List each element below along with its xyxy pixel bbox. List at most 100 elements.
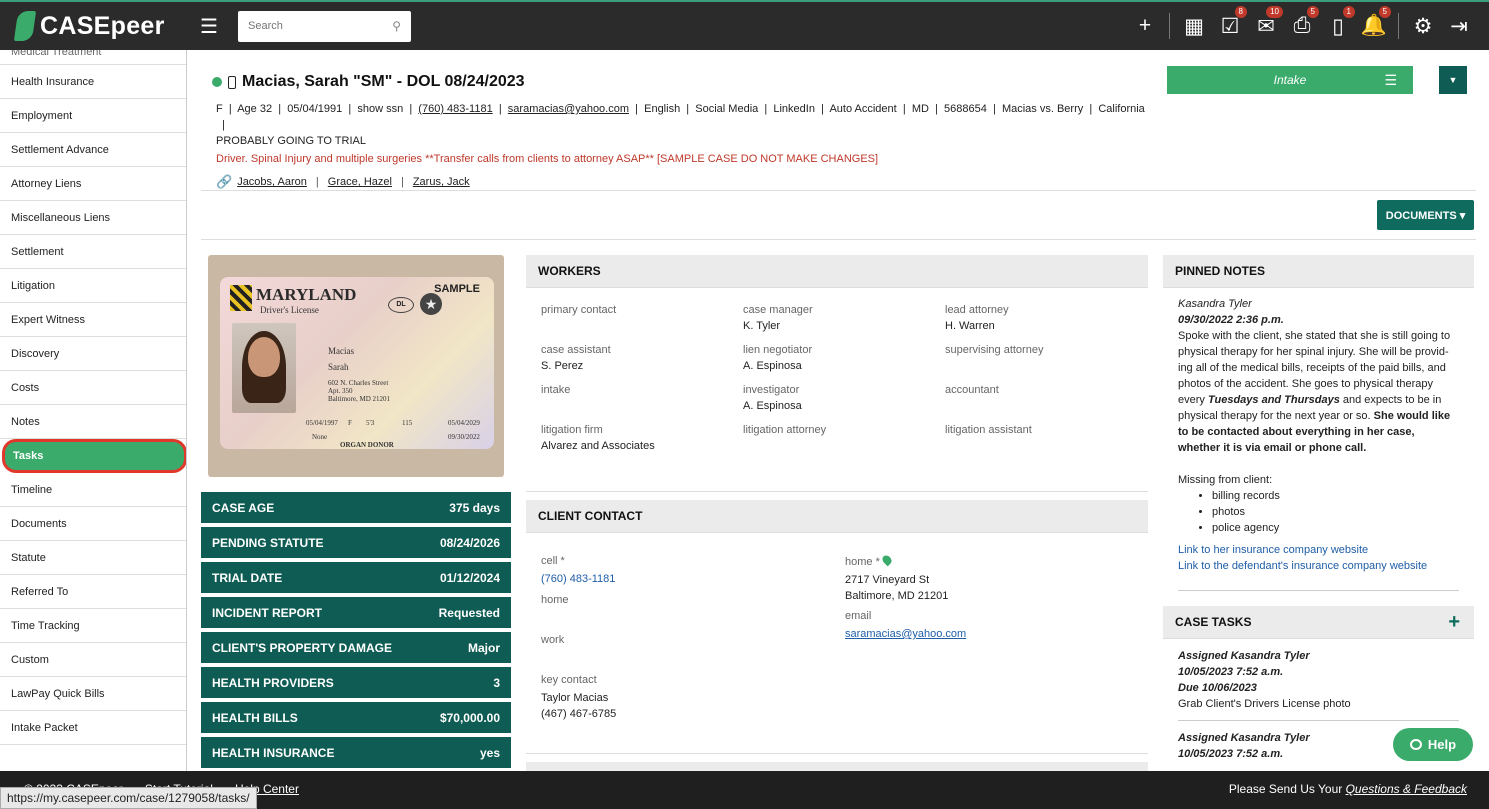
logout-icon[interactable]: ⇥ [1441, 14, 1477, 39]
logout-icon-glyph: ⇥ [1450, 14, 1468, 38]
drivers-license-image[interactable]: MARYLAND Driver's License SAMPLE DL ★ Ma… [208, 255, 504, 477]
stat-label: HEALTH PROVIDERS [212, 675, 334, 690]
sidebar-item-intake-packet[interactable]: Intake Packet [0, 711, 186, 745]
meta-item[interactable]: (760) 483-1181 [418, 103, 492, 115]
sidebar-item-settlement[interactable]: Settlement [0, 235, 186, 269]
menu-icon[interactable]: ☰ [200, 14, 228, 39]
sidebar-item-timeline[interactable]: Timeline [0, 473, 186, 507]
case-status-button[interactable]: Intake ☰ [1167, 66, 1413, 94]
add-task-icon[interactable]: + [1448, 606, 1460, 638]
map-pin-icon[interactable] [880, 553, 894, 567]
home-address-label: home * [845, 556, 880, 568]
gear-icon[interactable]: ⚙ [1405, 14, 1441, 39]
count-badge: 1 [1342, 5, 1355, 18]
meta-separator: | [492, 103, 508, 115]
license-restrictions: None [312, 433, 328, 441]
case-meta: F | Age 32 | 05/04/1991 | show ssn | (76… [212, 101, 1152, 149]
stat-row[interactable]: CLIENT'S PROPERTY DAMAGE Major [201, 632, 511, 663]
link-chain-icon: 🔗 [216, 174, 233, 189]
sidebar-item-health-insurance[interactable]: Health Insurance [0, 65, 186, 99]
chat-bubble-icon [1409, 739, 1422, 750]
phone-icon[interactable]: ▯ 1 [1320, 5, 1356, 39]
sidebar-item-miscellaneous-liens[interactable]: Miscellaneous Liens [0, 201, 186, 235]
stat-row[interactable]: PENDING STATUTE 08/24/2026 [201, 527, 511, 558]
stat-row[interactable]: HEALTH BILLS $70,000.00 [201, 702, 511, 733]
meta-separator: | [216, 119, 232, 131]
sidebar-item-time-tracking[interactable]: Time Tracking [0, 609, 186, 643]
stat-row[interactable]: HEALTH INSURANCE yes [201, 737, 511, 768]
sidebar-item-medical-treatment[interactable]: Medical Treatment [0, 50, 186, 65]
status-dropdown-button[interactable]: ▼ [1439, 66, 1467, 94]
license-family-name: Macias [328, 346, 354, 356]
leaf-logo-icon [14, 11, 36, 41]
search-input[interactable] [248, 20, 393, 32]
meta-item: English [644, 103, 681, 115]
search-icon[interactable]: ⚲ [392, 19, 401, 33]
sidebar-item-costs[interactable]: Costs [0, 371, 186, 405]
sidebar-item-referred-to[interactable]: Referred To [0, 575, 186, 609]
sidebar-item-settlement-advance[interactable]: Settlement Advance [0, 133, 186, 167]
documents-button[interactable]: DOCUMENTS ▾ [1377, 200, 1474, 230]
worker-cell: case manager K. Tyler [743, 304, 945, 336]
inbox-icon[interactable]: ⎙ 5 [1284, 6, 1320, 38]
feedback-link[interactable]: Questions & Feedback [1346, 782, 1467, 796]
sidebar-item-custom[interactable]: Custom [0, 643, 186, 677]
help-button[interactable]: Help [1393, 728, 1473, 761]
worker-label: intake [541, 384, 571, 396]
meta-separator: | [342, 103, 358, 115]
tasks-check-icon[interactable]: ☑ 8 [1212, 5, 1248, 39]
meta-separator: | [222, 103, 238, 115]
note-date: 09/30/2022 2:36 p.m. [1178, 314, 1284, 326]
meta-separator: | [758, 103, 774, 115]
license-state: MARYLAND [256, 285, 357, 304]
worker-label: lien negotiator [743, 344, 813, 356]
license-issue: 05/04/2029 [448, 419, 480, 427]
linked-contact-link[interactable]: Jacobs, Aaron [237, 176, 307, 188]
bell-icon[interactable]: 🔔 5 [1356, 6, 1392, 38]
sidebar-item-lawpay-quick-bills[interactable]: LawPay Quick Bills [0, 677, 186, 711]
linked-contact-link[interactable]: Grace, Hazel [328, 176, 392, 188]
linked-cases: 🔗 Jacobs, Aaron | Grace, Hazel | Zarus, Jack [212, 174, 1152, 190]
license-address2: Apt. 350 [328, 387, 353, 395]
case-header: Macias, Sarah "SM" - DOL 08/24/2023 F | … [212, 73, 1152, 190]
worker-cell: primary contact [541, 304, 743, 336]
stat-row[interactable]: TRIAL DATE 01/12/2024 [201, 562, 511, 593]
casepeer-logo[interactable]: CASEpeer [14, 11, 184, 41]
divider [526, 491, 1148, 492]
license-dob: 05/04/1997 [306, 419, 338, 427]
sidebar-item-attorney-liens[interactable]: Attorney Liens [0, 167, 186, 201]
status-dot [212, 77, 222, 87]
stat-value: 01/12/2024 [439, 570, 500, 585]
search-box[interactable]: ⚲ [238, 10, 411, 42]
insurance-link[interactable]: Link to her insurance company website [1178, 542, 1459, 558]
defendant-insurance-link[interactable]: Link to the defendant's insurance compan… [1178, 558, 1459, 574]
count-badge: 5 [1378, 6, 1391, 18]
stat-row[interactable]: HEALTH PROVIDERS 3 [201, 667, 511, 698]
task-item[interactable]: Assigned Kasandra Tyler 10/05/2023 7:52 a… [1163, 639, 1474, 712]
mobile-icon [228, 75, 236, 89]
meta-item: show ssn [357, 103, 404, 115]
license-given-name: Sarah [328, 362, 349, 372]
help-label: Help [1427, 737, 1457, 752]
sidebar-item-discovery[interactable]: Discovery [0, 337, 186, 371]
stat-row[interactable]: INCIDENT REPORT Requested [201, 597, 511, 628]
calendar-icon[interactable]: ▦ [1176, 14, 1212, 39]
linked-contact-link[interactable]: Zarus, Jack [413, 176, 470, 188]
sidebar-item-litigation[interactable]: Litigation [0, 269, 186, 303]
sidebar-item-employment[interactable]: Employment [0, 99, 186, 133]
license-weight: 115 [402, 419, 413, 427]
meta-item: F [216, 103, 223, 115]
stat-row[interactable]: CASE AGE 375 days [201, 492, 511, 523]
email-link[interactable]: saramacias@yahoo.com [845, 626, 966, 642]
meta-item[interactable]: saramacias@yahoo.com [508, 103, 629, 115]
stat-value: Requested [438, 605, 500, 620]
plus-icon[interactable]: + [1127, 14, 1163, 38]
calendar-icon-glyph: ▦ [1184, 14, 1204, 38]
cell-phone-link[interactable]: (760) 483-1181 [541, 571, 615, 587]
mail-icon[interactable]: ✉ 10 [1248, 5, 1284, 39]
sidebar-item-tasks[interactable]: Tasks [2, 439, 186, 473]
sidebar-item-statute[interactable]: Statute [0, 541, 186, 575]
sidebar-item-documents[interactable]: Documents [0, 507, 186, 541]
sidebar-item-expert-witness[interactable]: Expert Witness [0, 303, 186, 337]
sidebar-item-notes[interactable]: Notes [0, 405, 186, 439]
